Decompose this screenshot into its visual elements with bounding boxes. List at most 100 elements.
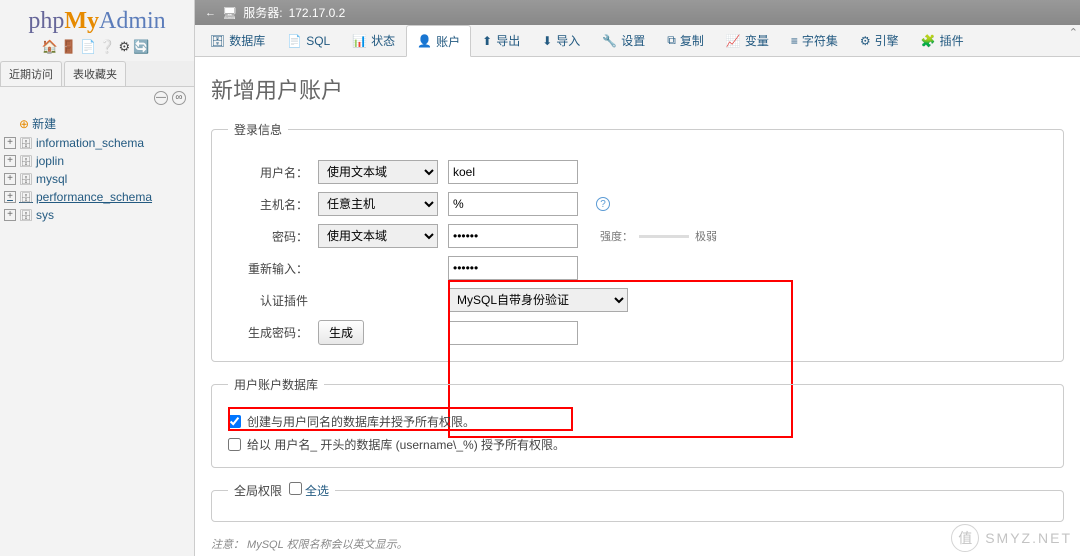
user-db-fieldset: 用户账户数据库 创建与用户同名的数据库并授予所有权限。 给以 用户名_ 开头的数… <box>211 376 1064 468</box>
tab-variables[interactable]: 📈变量 <box>715 25 780 56</box>
create-db-label: 创建与用户同名的数据库并授予所有权限。 <box>247 413 475 430</box>
tree-db-item[interactable]: +🗄joplin <box>0 152 194 170</box>
expand-icon[interactable]: + <box>4 209 16 221</box>
sql-icon[interactable]: 📄 <box>80 39 99 54</box>
gen-output[interactable] <box>448 321 578 345</box>
tab-export[interactable]: ⬆导出 <box>471 25 531 56</box>
collapse-controls: — ∞ <box>0 87 194 109</box>
strength-bar <box>639 235 689 238</box>
tab-label: 导出 <box>496 32 520 49</box>
tab-import[interactable]: ⬇导入 <box>531 25 591 56</box>
import-icon: ⬇ <box>542 34 552 48</box>
wildcard-db-row: 给以 用户名_ 开头的数据库 (username\_%) 授予所有权限。 <box>228 436 1047 453</box>
password-input[interactable] <box>448 224 578 248</box>
wildcard-db-label: 给以 用户名_ 开头的数据库 (username\_%) 授予所有权限。 <box>247 436 565 453</box>
docs-icon[interactable]: ❔ <box>99 39 118 54</box>
db-icon: 🗄 <box>210 34 225 48</box>
wildcard-db-checkbox[interactable] <box>228 438 241 451</box>
reload-icon[interactable]: 🔄 <box>133 39 152 54</box>
tree-db-item[interactable]: +🗄sys <box>0 206 194 224</box>
tab-label: SQL <box>306 34 330 48</box>
scroll-top-icon[interactable]: ⌃ <box>1069 26 1078 39</box>
password-strength: 强度： 极弱 <box>600 228 717 244</box>
select-all-link[interactable]: 全选 <box>305 484 329 498</box>
tab-accounts[interactable]: 👤 账户 <box>406 25 471 57</box>
tree-new[interactable]: ⊕新建 <box>0 113 194 134</box>
plugin-icon: 🧩 <box>921 34 936 48</box>
create-db-checkbox[interactable] <box>228 415 241 428</box>
generate-button[interactable]: 生成 <box>318 320 364 345</box>
auth-row: 认证插件 MySQL自带身份验证 <box>228 288 1047 312</box>
auth-select[interactable]: MySQL自带身份验证 <box>448 288 628 312</box>
tab-sql[interactable]: 📄 SQL <box>276 25 341 56</box>
sidebar: phpMyAdmin 🏠🚪📄❔⚙🔄 近期访问 表收藏夹 — ∞ ⊕新建 +🗄in… <box>0 0 195 556</box>
settings-icon[interactable]: ⚙ <box>118 39 133 54</box>
page-title: 新增用户账户 <box>211 73 1064 105</box>
tab-engines[interactable]: ⚙引擎 <box>849 25 910 56</box>
home-icon[interactable]: 🏠 <box>42 39 61 54</box>
db-name: information_schema <box>36 136 144 150</box>
expand-icon[interactable]: + <box>4 155 16 167</box>
login-info-fieldset: 登录信息 用户名： 使用文本域 主机名： 任意主机 ? 密码： 使用文本域 <box>211 121 1064 362</box>
note: 注意： MySQL 权限名称会以英文显示。 <box>211 536 1064 552</box>
sql-icon: 📄 <box>287 34 302 48</box>
tree-db-item[interactable]: +🗄mysql <box>0 170 194 188</box>
user-icon: 👤 <box>417 34 432 48</box>
database-icon: 🗄 <box>19 173 33 186</box>
strength-label: 强度： <box>600 228 633 244</box>
database-icon: 🗄 <box>19 191 33 204</box>
tab-label: 插件 <box>940 32 964 49</box>
database-icon: 🗄 <box>19 155 33 168</box>
user-db-legend: 用户账户数据库 <box>228 376 324 393</box>
nav-back-icon[interactable]: ← <box>205 7 216 19</box>
retype-input[interactable] <box>448 256 578 280</box>
database-icon: 🗄 <box>19 209 33 222</box>
tab-replication[interactable]: ⧉复制 <box>656 25 715 56</box>
db-name: performance_schema <box>36 190 152 204</box>
watermark-badge: 值 <box>951 524 979 552</box>
password-mode-select[interactable]: 使用文本域 <box>318 224 438 248</box>
expand-icon[interactable]: ∞ <box>172 91 186 105</box>
username-mode-select[interactable]: 使用文本域 <box>318 160 438 184</box>
global-priv-fieldset: 全局权限 全选 <box>211 482 1064 522</box>
var-icon: 📈 <box>726 34 741 48</box>
tab-plugins[interactable]: 🧩 插件 <box>910 25 975 56</box>
db-name: joplin <box>36 154 64 168</box>
status-icon: 📊 <box>352 34 367 48</box>
hostname-mode-select[interactable]: 任意主机 <box>318 192 438 216</box>
username-row: 用户名： 使用文本域 <box>228 160 1047 184</box>
global-priv-legend: 全局权限 全选 <box>228 482 335 499</box>
server-icon: 🖥 <box>222 6 237 20</box>
hostname-input[interactable] <box>448 192 578 216</box>
database-icon: 🗄 <box>19 137 33 150</box>
tree-db-item[interactable]: +🗄information_schema <box>0 134 194 152</box>
tree-db-item[interactable]: +🗄performance_schema <box>0 188 194 206</box>
password-row: 密码： 使用文本域 强度： 极弱 <box>228 224 1047 248</box>
tab-favorites[interactable]: 表收藏夹 <box>64 61 126 86</box>
global-priv-label: 全局权限 <box>234 484 282 498</box>
tab-label: 复制 <box>680 32 704 49</box>
exit-icon[interactable]: 🚪 <box>61 39 80 54</box>
select-all-checkbox[interactable] <box>289 482 302 495</box>
expand-icon[interactable]: + <box>4 191 16 203</box>
tab-status[interactable]: 📊 状态 <box>341 25 406 56</box>
tab-label: 设置 <box>621 32 645 49</box>
gen-row: 生成密码： 生成 <box>228 320 1047 345</box>
expand-icon[interactable]: + <box>4 137 16 149</box>
collapse-icon[interactable]: — <box>154 91 168 105</box>
tab-charsets[interactable]: ≡字符集 <box>780 25 849 56</box>
expand-icon[interactable]: + <box>4 173 16 185</box>
tab-label: 状态 <box>371 32 395 49</box>
db-tree: ⊕新建 +🗄information_schema +🗄joplin +🗄mysq… <box>0 109 194 228</box>
login-info-legend: 登录信息 <box>228 121 288 138</box>
tab-label: 账户 <box>436 33 460 50</box>
strength-value: 极弱 <box>695 228 717 244</box>
tab-label: 引擎 <box>875 32 899 49</box>
username-input[interactable] <box>448 160 578 184</box>
logo[interactable]: phpMyAdmin <box>0 0 194 37</box>
main: ← 🖥 服务器: 172.17.0.2 ⌃ 🗄数据库 📄SQL 📊状态 👤账户 … <box>195 0 1080 556</box>
tab-recent[interactable]: 近期访问 <box>0 61 62 86</box>
tab-databases[interactable]: 🗄数据库 <box>199 25 276 56</box>
help-icon[interactable]: ? <box>596 197 610 211</box>
tab-settings[interactable]: 🔧设置 <box>591 25 656 56</box>
